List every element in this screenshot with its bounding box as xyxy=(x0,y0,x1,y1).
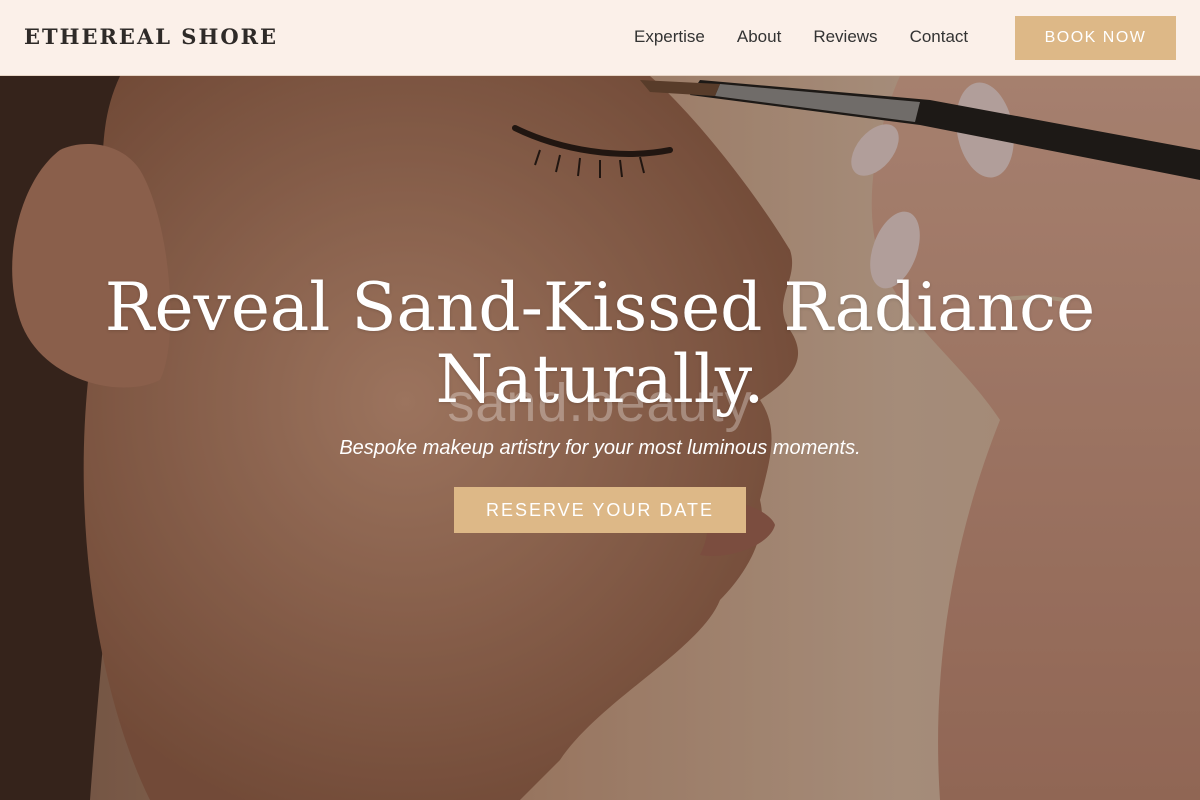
landing-page: ETHEREAL SHORE Expertise About Reviews C… xyxy=(0,0,1200,800)
hero-title: Reveal Sand-Kissed Radiance Naturally. xyxy=(0,272,1200,416)
nav-link-expertise[interactable]: Expertise xyxy=(634,27,705,47)
reserve-date-button[interactable]: RESERVE YOUR DATE xyxy=(454,487,746,533)
main-nav: Expertise About Reviews Contact xyxy=(634,27,968,47)
book-now-button[interactable]: BOOK NOW xyxy=(1015,16,1176,60)
hero-title-line-2: Naturally. xyxy=(435,341,765,418)
nav-link-contact[interactable]: Contact xyxy=(910,27,969,47)
hero-title-line-1: Reveal Sand-Kissed Radiance xyxy=(104,269,1096,346)
brand-logo[interactable]: ETHEREAL SHORE xyxy=(24,24,278,49)
hero-subtitle: Bespoke makeup artistry for your most lu… xyxy=(339,437,861,459)
nav-link-reviews[interactable]: Reviews xyxy=(813,27,877,47)
nav-link-about[interactable]: About xyxy=(737,27,781,47)
site-header: ETHEREAL SHORE Expertise About Reviews C… xyxy=(0,0,1200,76)
